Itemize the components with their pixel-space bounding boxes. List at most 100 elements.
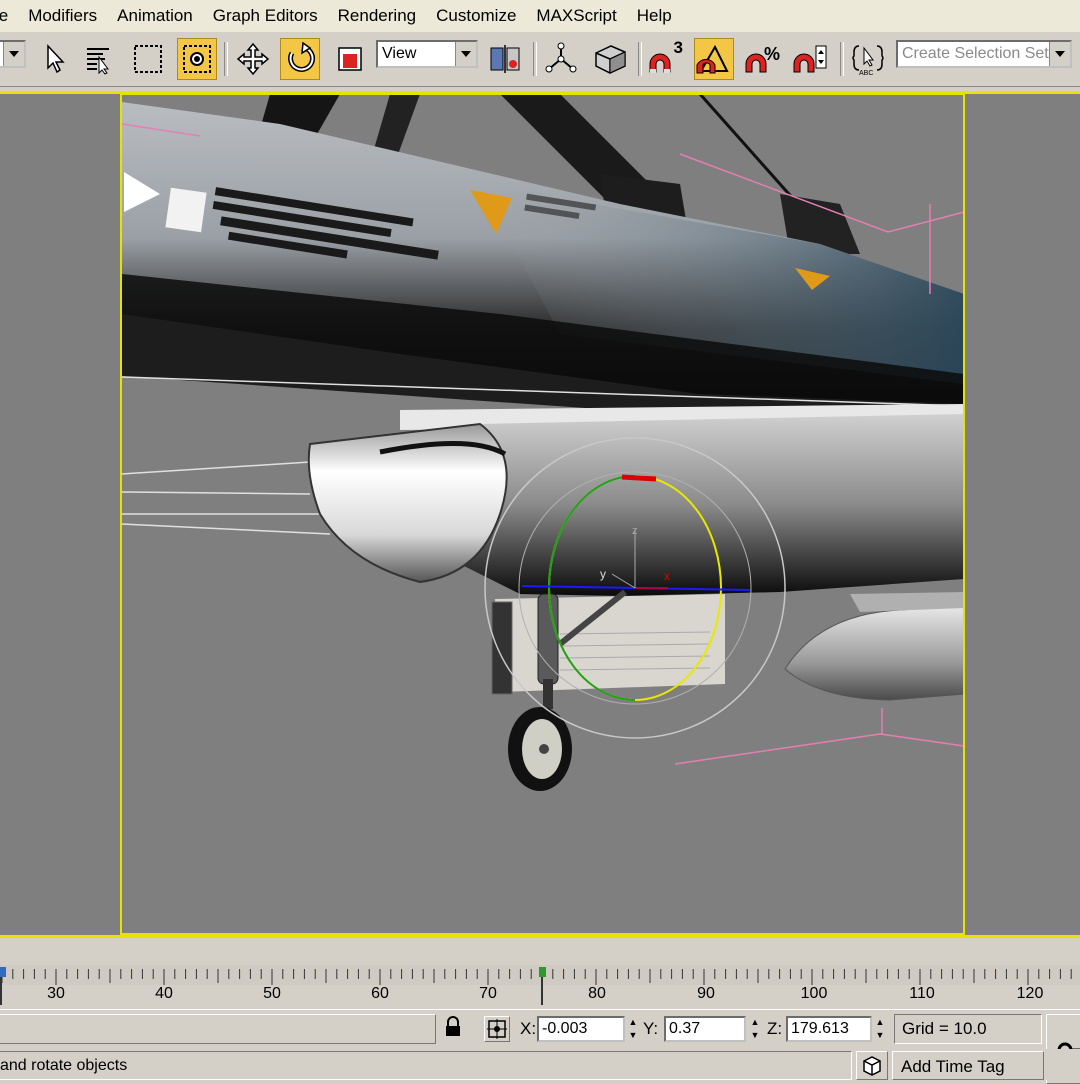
spinner-snap-icon [793,45,827,73]
window-crossing-icon [183,45,211,73]
engine-belly [440,414,964,596]
timeline-tick-label: 70 [479,985,497,1002]
x-coordinate-value: -0.003 [542,1020,588,1037]
x-coordinate-spinner[interactable]: ▲ ▼ [626,1016,640,1042]
menu-animation[interactable]: Animation [107,0,203,32]
menu-modifiers[interactable]: Modifiers [18,0,107,32]
lock-icon [446,1016,460,1036]
prompt-line: and rotate objects [0,1051,852,1080]
absolute-offset-toggle[interactable] [484,1016,510,1042]
select-object-button[interactable] [33,38,73,80]
rectangular-selection-icon [134,45,162,73]
fuel-tank [784,605,965,701]
selection-filter-dropdown[interactable] [0,40,26,68]
select-object-icon [47,44,65,74]
time-slider-track[interactable]: 30 40 50 60 70 80 90 100 110 120 [0,939,1080,1009]
status-message-panel [0,1014,436,1044]
toolbar-separator [840,42,844,76]
viewport-border-bottom [0,935,1080,938]
gear-bay [495,594,725,692]
viewport-border-top [0,91,1080,94]
reference-coordinate-system-dropdown[interactable]: View [376,40,478,68]
perspective-viewport[interactable]: x y z [0,94,1080,936]
grid-spacing-panel: Grid = 10.0 [894,1014,1042,1044]
menu-customize[interactable]: Customize [426,0,526,32]
lock-selection-button[interactable] [444,1016,468,1042]
timeline-tick-label: 120 [1016,985,1044,1002]
select-and-move-button[interactable] [233,38,273,80]
timeline-tick-label: 80 [588,985,606,1002]
menu-rendering[interactable]: Rendering [328,0,426,32]
rectangular-selection-button[interactable] [128,38,168,80]
angle-snap-icon [696,44,729,74]
percent-snap-button[interactable]: % [743,38,783,80]
y-coordinate-value: 0.37 [669,1020,701,1037]
menu-create[interactable]: te [0,0,18,32]
add-time-tag-label: Add Time Tag [901,1057,1005,1076]
timeline-tick-label: 60 [371,985,389,1002]
select-and-rotate-icon [288,42,316,72]
menu-maxscript[interactable]: MAXScript [526,0,626,32]
time-tag-icon-button[interactable] [856,1051,888,1080]
align-icon [595,45,626,74]
z-coordinate-label: Z: [767,1019,783,1038]
gizmo-label-z: z [632,525,638,537]
gear-door [491,601,513,695]
timeline-tick-label: 50 [263,985,281,1002]
absolute-mode-icon [487,1019,507,1039]
toolbar-separator [638,42,642,76]
timeline-tick-label: 110 [909,985,935,1002]
snap-dimension-label: 3 [673,38,683,57]
toolbar-separator [533,42,537,76]
select-and-scale-button[interactable] [330,38,370,80]
named-selection-set-dropdown[interactable]: Create Selection Set [896,40,1072,68]
edit-named-selection-button[interactable]: ABC [848,38,888,80]
spinner-snap-button[interactable] [791,38,831,80]
align-button[interactable] [590,38,630,80]
prompt-bar: and rotate objects Add Time Tag [0,1049,1080,1080]
chevron-down-icon [3,42,24,66]
select-by-name-icon [87,48,109,75]
timeline-tick-label: 90 [697,985,715,1002]
edit-named-selection-icon: ABC [852,45,884,76]
z-coordinate-field[interactable]: 179.613 [786,1016,872,1042]
mirror-icon [545,42,577,73]
angle-snap-button[interactable] [694,38,734,80]
toolbar-separator [224,42,228,76]
select-by-name-button[interactable] [78,38,118,80]
snaps-toggle-button[interactable]: 3 [645,38,685,80]
grid-spacing-value: Grid = 10.0 [902,1019,987,1038]
menu-bar: te Modifiers Animation Graph Editors Ren… [0,0,1080,33]
percent-snap-icon: % [745,44,780,73]
coordinate-bar: X: -0.003 ▲ ▼ Y: 0.37 ▲ ▼ Z: 179.613 ▲ ▼ Gr… [0,1009,1080,1084]
prompt-text: and rotate objects [0,1057,128,1074]
select-and-scale-icon [338,47,362,71]
z-coordinate-spinner[interactable]: ▲ ▼ [873,1016,887,1042]
y-coordinate-field[interactable]: 0.37 [664,1016,746,1042]
time-slider-marker[interactable] [539,967,546,977]
select-and-rotate-button[interactable] [280,38,320,80]
keyframe-marker [0,967,6,977]
window-crossing-button[interactable] [177,38,217,80]
z-coordinate-value: 179.613 [791,1020,849,1037]
viewport-scene: x y z [120,94,965,935]
main-toolbar: View 3 % ABC Create Selection Set [0,32,1080,87]
mirror-button[interactable] [541,38,581,80]
menu-graph-editors[interactable]: Graph Editors [203,0,328,32]
time-tag-icon [863,1056,881,1076]
menu-help[interactable]: Help [627,0,682,32]
coordinate-system-value: View [382,45,417,62]
x-coordinate-field[interactable]: -0.003 [537,1016,625,1042]
svg-text:ABC: ABC [859,70,873,76]
add-time-tag-button[interactable]: Add Time Tag [892,1051,1044,1080]
chevron-down-icon [1049,42,1070,66]
svg-text:%: % [764,44,780,64]
timeline-tick-label: 100 [800,985,828,1002]
use-pivot-center-button[interactable] [485,38,525,80]
y-coordinate-label: Y: [643,1019,659,1038]
gizmo-label-x: x [664,569,670,583]
timeline-tick-label: 40 [155,985,173,1002]
select-and-move-icon [236,42,270,76]
y-coordinate-spinner[interactable]: ▲ ▼ [748,1016,762,1042]
chevron-down-icon [455,42,476,66]
